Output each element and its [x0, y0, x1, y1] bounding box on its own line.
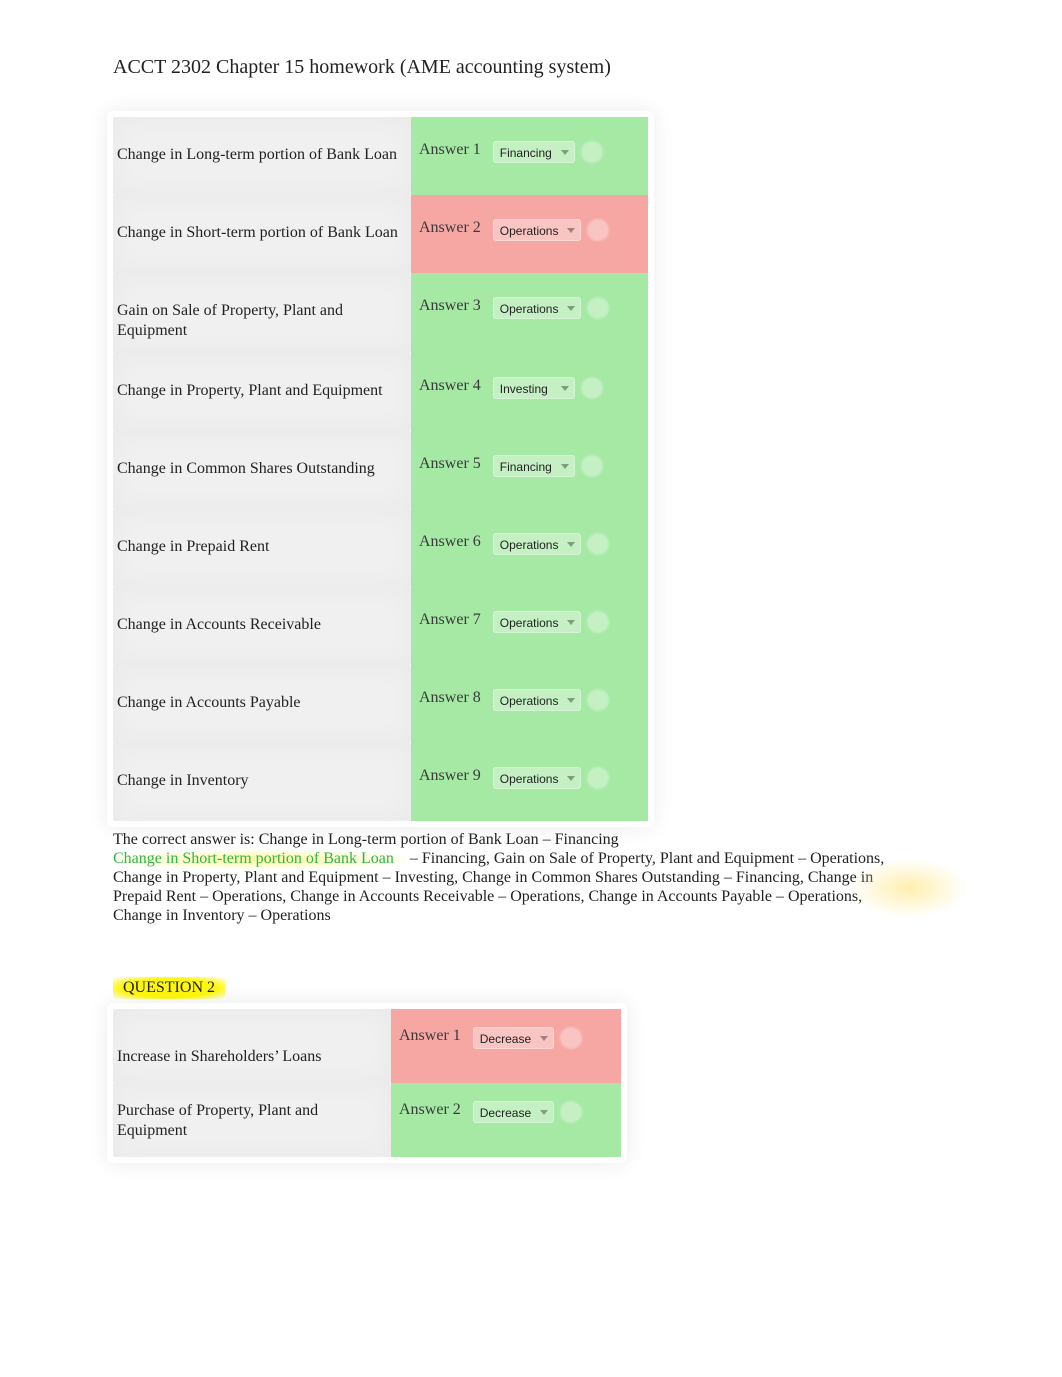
- chevron-down-icon: [559, 382, 571, 394]
- check-icon: [587, 297, 609, 319]
- answer-label: Answer 1: [419, 141, 481, 159]
- question-text: Change in Common Shares Outstanding: [113, 431, 411, 509]
- question-2-label: QUESTION 2: [113, 977, 225, 999]
- table-row: Change in Inventory Answer 9 Operations: [113, 743, 648, 821]
- answer-key-highlight: Change in Short-term portion of Bank Loa…: [113, 850, 406, 869]
- answer-label: Answer 9: [419, 767, 481, 785]
- chevron-down-icon: [565, 616, 577, 628]
- check-icon: [587, 767, 609, 789]
- answer-select[interactable]: Decrease: [473, 1027, 554, 1049]
- table-row: Change in Common Shares OutstandingAnswe…: [113, 431, 648, 509]
- check-icon: [560, 1101, 582, 1123]
- table-row: Change in Short-term portion of Bank Loa…: [113, 195, 648, 273]
- table-row: Change in Long-term portion of Bank Loan…: [113, 117, 648, 195]
- answer-label: Answer 6: [419, 533, 481, 551]
- question-text: Increase in Shareholders’ Loans: [113, 1009, 391, 1083]
- check-icon: [581, 141, 603, 163]
- answer-cell: Answer 9 Operations: [411, 743, 648, 821]
- answer-cell: Answer 4 Investing: [411, 353, 648, 431]
- answer-select[interactable]: Financing: [493, 455, 575, 477]
- table-row: Gain on Sale of Property, Plant and Equi…: [113, 273, 648, 353]
- question-text: Change in Accounts Payable: [113, 665, 411, 743]
- answer-cell: Answer 7 Operations: [411, 587, 648, 665]
- check-icon: [587, 689, 609, 711]
- answer-select[interactable]: Investing: [493, 377, 575, 399]
- chevron-down-icon: [559, 146, 571, 158]
- table-row: Purchase of Property, Plant and Equipmen…: [113, 1083, 621, 1157]
- answer-select[interactable]: Financing: [493, 141, 575, 163]
- cross-icon: [560, 1027, 582, 1049]
- answer-select[interactable]: Operations: [493, 297, 582, 319]
- answer-cell: Answer 2 Decrease: [391, 1083, 621, 1157]
- chevron-down-icon: [565, 224, 577, 236]
- answer-select[interactable]: Operations: [493, 533, 582, 555]
- page-title: ACCT 2302 Chapter 15 homework (AME accou…: [113, 56, 949, 79]
- chevron-down-icon: [565, 538, 577, 550]
- answer-label: Answer 4: [419, 377, 481, 395]
- answer-select[interactable]: Operations: [493, 767, 582, 789]
- question-text: Change in Short-term portion of Bank Loa…: [113, 195, 411, 273]
- question-text: Change in Prepaid Rent: [113, 509, 411, 587]
- answer-select[interactable]: Operations: [493, 689, 582, 711]
- answer-label: Answer 8: [419, 689, 481, 707]
- cross-icon: [587, 219, 609, 241]
- chevron-down-icon: [538, 1032, 550, 1044]
- question-text: Change in Accounts Receivable: [113, 587, 411, 665]
- chevron-down-icon: [565, 694, 577, 706]
- answer-select[interactable]: Operations: [493, 219, 582, 241]
- answer-cell: Answer 1 Decrease: [391, 1009, 621, 1083]
- check-icon: [587, 611, 609, 633]
- check-icon: [581, 377, 603, 399]
- answer-select[interactable]: Decrease: [473, 1101, 554, 1123]
- check-icon: [587, 533, 609, 555]
- answer-cell: Answer 2 Operations: [411, 195, 648, 273]
- question-text: Change in Long-term portion of Bank Loan: [113, 117, 411, 195]
- question-text: Change in Inventory: [113, 743, 411, 821]
- chevron-down-icon: [538, 1106, 550, 1118]
- question-2-table: Increase in Shareholders’ Loans Answer 1 D…: [113, 1009, 621, 1157]
- question-text: Gain on Sale of Property, Plant and Equi…: [113, 273, 411, 353]
- table-row: Increase in Shareholders’ Loans Answer 1 D…: [113, 1009, 621, 1083]
- answer-label: Answer 2: [419, 219, 481, 237]
- table-row: Change in Accounts Payable Answer 8 Operat…: [113, 665, 648, 743]
- table-row: Change in Accounts Receivable Answer 7 Ope…: [113, 587, 648, 665]
- question-text: Change in Property, Plant and Equipment: [113, 353, 411, 431]
- answer-label: Answer 3: [419, 297, 481, 315]
- answer-label: Answer 7: [419, 611, 481, 629]
- table-row: Change in Prepaid Rent Answer 6 Operations: [113, 509, 648, 587]
- question-text: Purchase of Property, Plant and Equipmen…: [113, 1083, 391, 1157]
- answer-cell: Answer 6 Operations: [411, 509, 648, 587]
- answer-cell: Answer 1 Financing: [411, 117, 648, 195]
- chevron-down-icon: [565, 302, 577, 314]
- chevron-down-icon: [559, 460, 571, 472]
- answer-label: Answer 1: [399, 1027, 461, 1045]
- chevron-down-icon: [565, 772, 577, 784]
- answer-key-body: Change in Short-term portion of Bank Loa…: [113, 850, 949, 926]
- answer-label: Answer 5: [419, 455, 481, 473]
- answer-key: The correct answer is: Change in Long-te…: [113, 831, 949, 925]
- answer-cell: Answer 3 Operations: [411, 273, 648, 353]
- answer-cell: Answer 8 Operations: [411, 665, 648, 743]
- check-icon: [581, 455, 603, 477]
- answer-label: Answer 2: [399, 1101, 461, 1119]
- question-1-table: Change in Long-term portion of Bank Loan…: [113, 117, 648, 821]
- answer-cell: Answer 5 Financing: [411, 431, 648, 509]
- answer-select[interactable]: Operations: [493, 611, 582, 633]
- answer-key-lead: The correct answer is: Change in Long-te…: [113, 831, 949, 850]
- table-row: Change in Property, Plant and EquipmentA…: [113, 353, 648, 431]
